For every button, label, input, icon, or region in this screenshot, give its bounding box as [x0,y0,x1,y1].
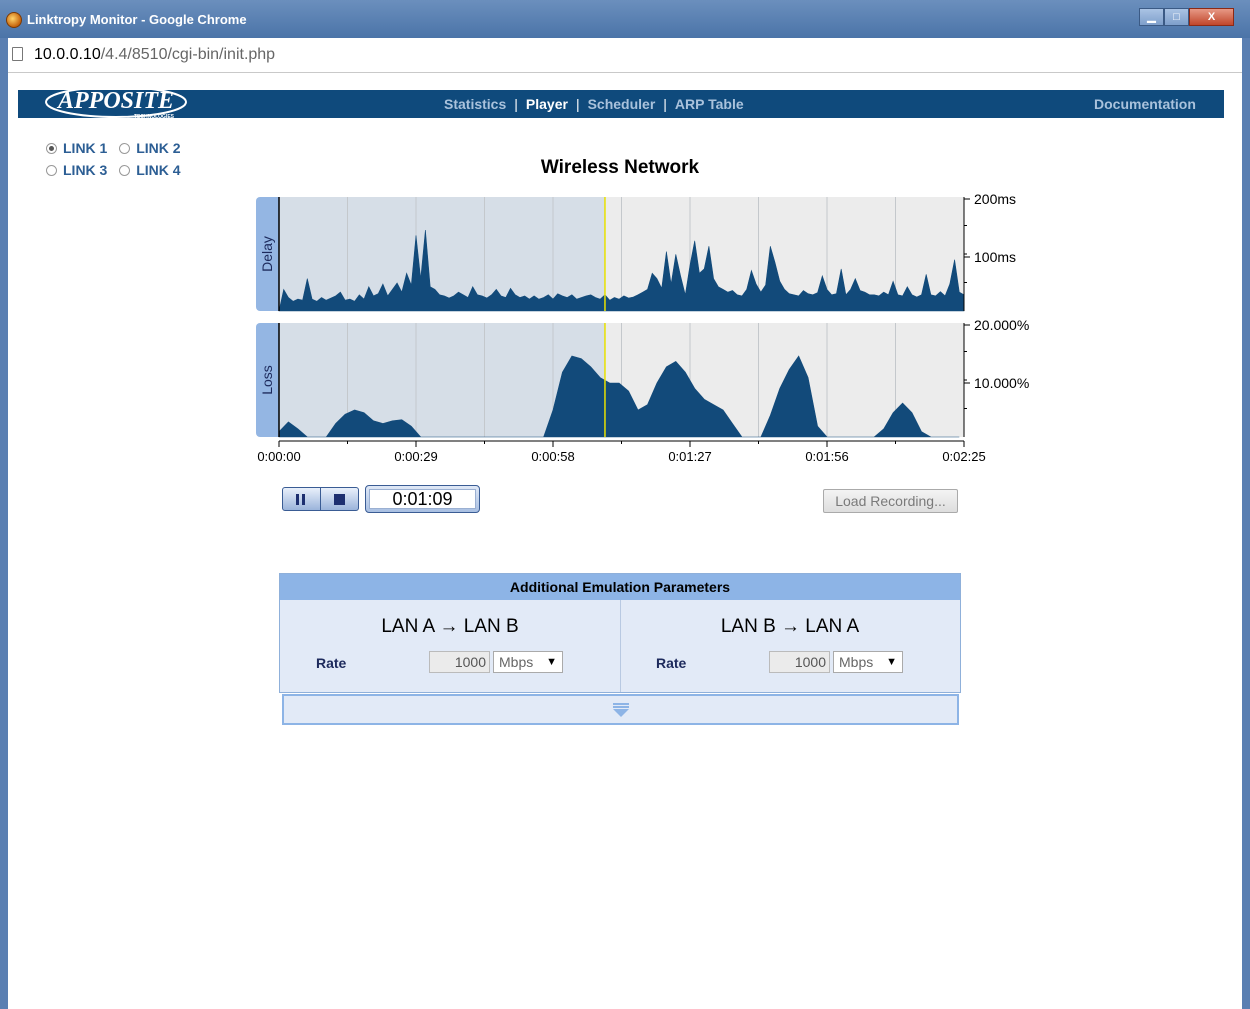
x-tick-label: 0:02:25 [942,449,985,464]
rate-input[interactable]: 1000 [429,651,490,673]
link-1-label[interactable]: LINK 1 [63,140,107,156]
rate-unit-value: Mbps [839,654,874,670]
lan-a-to-b-section: LAN A → LAN B Rate 1000 Mbps ▼ [280,600,621,692]
logo-text: APPOSITE [56,88,174,114]
link-3-option[interactable]: LINK 3 [46,162,107,178]
address-bar[interactable]: 10.0.0.10/4.4/8510/cgi-bin/init.php [8,38,1242,73]
window-title: Linktropy Monitor - Google Chrome [27,12,247,27]
link-4-radio[interactable] [119,165,131,176]
close-button[interactable]: X [1189,8,1234,26]
pause-button[interactable] [283,488,320,510]
url-host: 10.0.0.10 [34,46,101,63]
playback-controls [282,487,359,511]
link-3-radio[interactable] [46,165,57,176]
link-4-option[interactable]: LINK 4 [119,162,181,178]
chart-label-delay: Delay [259,236,275,272]
direction-label: LAN A → LAN B [381,616,519,637]
y-tick-label: 10.000% [974,375,1029,391]
load-recording-button[interactable]: Load Recording... [823,489,958,513]
window-titlebar: Linktropy Monitor - Google Chrome ▁ □ X [0,0,1250,38]
main-nav: Statistics | Player | Scheduler | ARP Table [444,96,744,112]
stop-button[interactable] [320,488,358,510]
chart-label-loss: Loss [259,365,275,395]
page-title: Wireless Network [540,157,700,178]
app-icon [6,12,22,28]
window-frame-left [0,38,8,1009]
expand-down-icon [613,703,629,717]
chevron-down-icon: ▼ [546,656,557,668]
x-tick-label: 0:00:29 [394,449,437,464]
link-2-radio[interactable] [119,143,131,154]
rate-label: Rate [656,655,687,671]
nav-player[interactable]: Player [526,96,568,112]
nav-statistics[interactable]: Statistics [444,96,506,112]
rate-label: Rate [316,655,347,671]
x-tick-label: 0:01:56 [805,449,848,464]
nav-separator: | [663,96,667,112]
apposite-logo[interactable]: APPOSITE TECHNOLOGIES [42,76,190,122]
window-controls: ▁ □ X [1139,8,1234,26]
y-tick-label: 100ms [974,249,1016,265]
link-4-label[interactable]: LINK 4 [136,162,180,178]
link-2-option[interactable]: LINK 2 [119,140,181,156]
player-charts[interactable]: Delay 200ms 100ms Loss 20.000% 10.000% 0:00:00… [256,190,1056,470]
nav-scheduler[interactable]: Scheduler [588,96,656,112]
nav-separator: | [575,96,580,112]
url-text[interactable]: 10.0.0.10/4.4/8510/cgi-bin/init.php [34,46,275,64]
rate-unit-select[interactable]: Mbps ▼ [833,651,903,673]
nav-documentation[interactable]: Documentation [1094,96,1196,112]
nav-arp-table[interactable]: ARP Table [675,96,744,112]
direction-label: LAN B → LAN A [720,616,860,637]
stop-icon [334,494,345,505]
y-tick-label: 20.000% [974,317,1029,333]
emulation-params-header[interactable]: Additional Emulation Parameters [280,574,960,600]
url-path: /4.4/8510/cgi-bin/init.php [100,46,276,63]
emulation-params-panel: Additional Emulation Parameters LAN A → … [279,573,961,693]
logo-subtext: TECHNOLOGIES [134,114,175,120]
rate-unit-value: Mbps [499,654,534,670]
playback-time-value: 0:01:09 [369,489,476,509]
rate-input[interactable]: 1000 [769,651,830,673]
maximize-button[interactable]: □ [1164,8,1189,26]
lan-b-to-a-section: LAN B → LAN A Rate 1000 Mbps ▼ [620,600,960,692]
window-frame-right [1242,38,1250,1009]
link-2-label[interactable]: LINK 2 [136,140,180,156]
pause-icon [296,494,305,505]
x-tick-label: 0:01:27 [668,449,711,464]
y-tick-label: 200ms [974,191,1016,207]
expand-params-button[interactable] [282,694,959,725]
rate-unit-select[interactable]: Mbps ▼ [493,651,563,673]
x-tick-label: 0:00:00 [257,449,300,464]
playback-time: 0:01:09 [365,485,480,513]
link-row-2: LINK 3 LINK 4 [46,162,181,178]
link-row-1: LINK 1 LINK 2 [46,140,181,156]
minimize-button[interactable]: ▁ [1139,8,1164,26]
page-icon [12,47,23,61]
link-1-option[interactable]: LINK 1 [46,140,107,156]
chevron-down-icon: ▼ [886,656,897,668]
nav-separator: | [514,96,518,112]
link-1-radio[interactable] [46,143,57,154]
played-region [279,197,605,311]
x-tick-label: 0:00:58 [531,449,574,464]
link-3-label[interactable]: LINK 3 [63,162,107,178]
